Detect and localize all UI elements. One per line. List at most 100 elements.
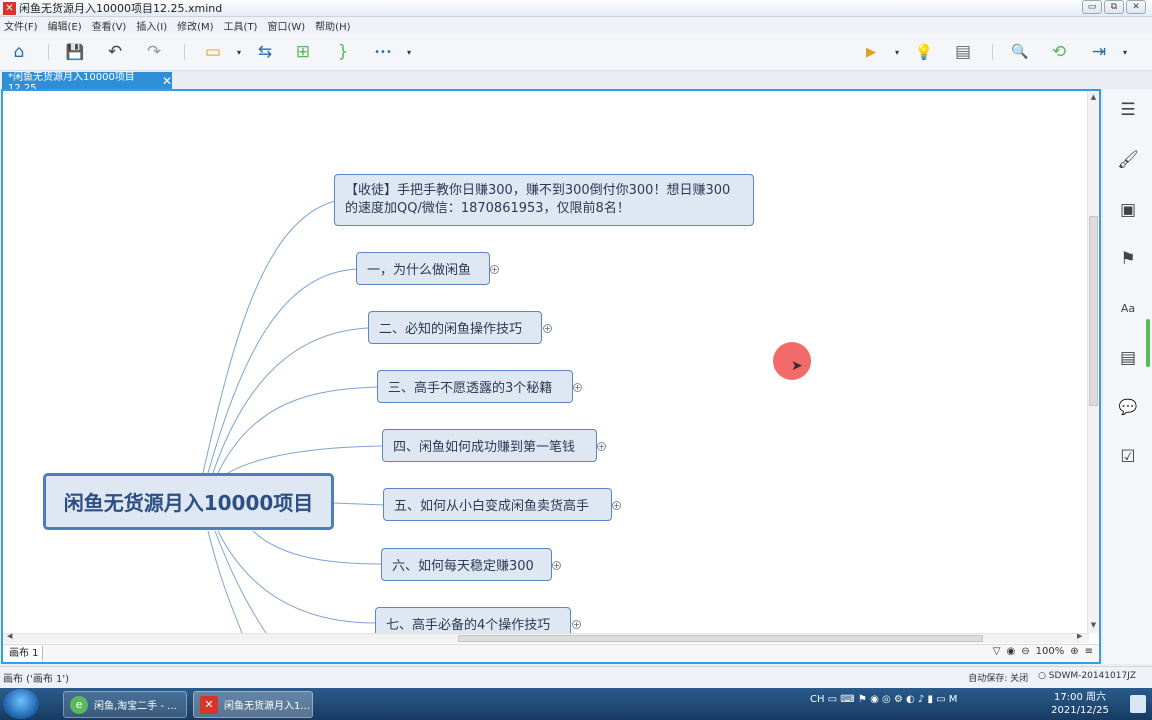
start-button[interactable] — [3, 689, 39, 719]
topic-node[interactable]: 三、高手不愿透露的3个秘籍 — [377, 370, 573, 403]
expand-icon[interactable]: + — [552, 561, 561, 570]
taskbar: e 闲鱼,淘宝二手 - ... ✕ 闲鱼无货源月入1... CH ▭ ⌨ ⚑ ◉… — [0, 688, 1152, 720]
mindmap-canvas[interactable]: 【收徒】手把手教你日赚300，赚不到300倒付你300！想日赚300的速度加QQ… — [3, 91, 1089, 633]
scroll-left-icon[interactable]: ◀ — [7, 632, 12, 640]
expand-icon[interactable]: + — [490, 265, 499, 274]
topic-icon[interactable]: ▭ — [202, 41, 224, 63]
zoom-controls: ▽ ◉ ⊖ 100% ⊕ ≡ — [993, 646, 1093, 657]
menu-insert[interactable]: 插入(I) — [136, 18, 167, 33]
expand-icon[interactable]: + — [612, 501, 621, 510]
task-icon[interactable]: ☑ — [1117, 446, 1139, 468]
menu-file[interactable]: 文件(F) — [4, 18, 38, 33]
window-title: 闲鱼无货源月入10000项目12.25.xmind — [19, 2, 223, 15]
clock-date: 2021/12/25 — [1051, 705, 1109, 716]
menu-help[interactable]: 帮助(H) — [315, 18, 350, 33]
branch-line — [332, 502, 385, 506]
relationship-icon[interactable]: ⇆ — [254, 41, 276, 63]
mouse-pointer-icon: ➤ — [791, 358, 803, 374]
marker-icon[interactable]: ⚑ — [1117, 248, 1139, 270]
title-bar: ✕ 闲鱼无货源月入10000项目12.25.xmind ▭ ⧉ ✕ — [0, 0, 1152, 17]
clock[interactable]: 17:00 周六 2021/12/25 — [1050, 691, 1110, 717]
outline-icon[interactable]: ☰ — [1117, 99, 1139, 121]
system-tray[interactable]: CH ▭ ⌨ ⚑ ◉ ◎ ⚙ ◐ ♪ ▮ ▭ M — [810, 694, 957, 705]
horizontal-scroll-thumb[interactable] — [458, 635, 983, 642]
branch-line — [217, 530, 377, 624]
eye-icon[interactable]: ◉ — [1007, 646, 1016, 657]
sheet-bar: 画布 1 ▽ ◉ ⊖ 100% ⊕ ≡ — [3, 644, 1099, 662]
toolbar: ⌂ 💾 ↶ ↷ ▭ ▾ ⇆ ⊞ } ••• ▾ ▶ ▾ 💡 ▤ 🔍 ⟲ ⇥ ▾ — [0, 33, 1152, 71]
boundary-icon[interactable]: } — [332, 41, 354, 63]
scroll-right-icon[interactable]: ▶ — [1077, 632, 1082, 640]
close-icon[interactable]: ✕ — [162, 74, 172, 88]
chevron-down-icon[interactable]: ▾ — [234, 41, 244, 63]
branch-line — [227, 445, 384, 474]
autosave-status[interactable]: 自动保存: 关闭 — [968, 671, 1028, 684]
menu-view[interactable]: 查看(V) — [92, 18, 127, 33]
outline-view-icon[interactable]: ▤ — [952, 41, 974, 63]
undo-icon[interactable]: ↶ — [104, 41, 126, 63]
sheet-tab[interactable]: 画布 1 — [6, 646, 43, 661]
zoom-in-icon[interactable]: ⊕ — [1070, 646, 1078, 657]
menu-icon[interactable]: ≡ — [1085, 646, 1093, 657]
minimize-button[interactable]: ▭ — [1082, 0, 1102, 14]
expand-icon[interactable]: + — [597, 442, 606, 451]
vertical-scroll-thumb[interactable] — [1089, 216, 1098, 406]
idea-icon[interactable]: 💡 — [913, 41, 935, 63]
save-icon[interactable]: 💾 — [64, 41, 86, 63]
structure-icon[interactable]: ⊞ — [292, 41, 314, 63]
scroll-down-icon[interactable]: ▼ — [1088, 621, 1099, 629]
search-icon[interactable]: 🔍 — [1009, 41, 1031, 63]
image-icon[interactable]: ▣ — [1117, 199, 1139, 221]
user-account[interactable]: ○ SDWM-20141017JZ — [1038, 671, 1136, 684]
sidebar-scroll-indicator[interactable] — [1146, 319, 1150, 367]
taskbar-item-xmind[interactable]: ✕ 闲鱼无货源月入1... — [193, 691, 313, 718]
branch-line — [202, 200, 336, 474]
zoom-level[interactable]: 100% — [1036, 646, 1065, 657]
expand-icon[interactable]: + — [573, 383, 582, 392]
topic-node[interactable]: 七、高手必备的4个操作技巧 — [375, 607, 571, 633]
editor-frame: 【收徒】手把手教你日赚300，赚不到300倒付你300！想日赚300的速度加QQ… — [1, 89, 1101, 664]
topic-node[interactable]: 二、必知的闲鱼操作技巧 — [368, 311, 542, 344]
chevron-down-icon[interactable]: ▾ — [404, 41, 414, 63]
format-icon[interactable]: 🖌 — [1117, 149, 1139, 171]
horizontal-scrollbar[interactable]: ◀ ▶ — [3, 632, 1089, 643]
notification-icon[interactable] — [1130, 695, 1146, 713]
chevron-down-icon[interactable]: ▾ — [1120, 41, 1130, 63]
maximize-button[interactable]: ⧉ — [1104, 0, 1124, 14]
expand-icon[interactable]: + — [572, 620, 581, 629]
menu-bar: 文件(F) 编辑(E) 查看(V) 插入(I) 修改(M) 工具(T) 窗口(W… — [0, 17, 1152, 33]
topic-node[interactable]: 一，为什么做闲鱼 — [356, 252, 490, 285]
vertical-scrollbar[interactable]: ▲ ▼ — [1087, 91, 1099, 633]
taskbar-item-browser[interactable]: e 闲鱼,淘宝二手 - ... — [63, 691, 187, 718]
share-icon[interactable]: ⟲ — [1048, 41, 1070, 63]
right-sidebar: ☰ 🖌 ▣ ⚑ Aa ▤ 💬 ☑ — [1103, 89, 1152, 664]
home-icon[interactable]: ⌂ — [8, 41, 30, 63]
comments-icon[interactable]: 💬 — [1117, 396, 1139, 418]
taskbar-item-label: 闲鱼无货源月入1... — [224, 701, 310, 712]
zoom-out-icon[interactable]: ⊖ — [1021, 646, 1029, 657]
presentation-icon[interactable]: ▶ — [860, 41, 882, 63]
central-topic[interactable]: 闲鱼无货源月入10000项目 — [43, 473, 334, 530]
redo-icon[interactable]: ↷ — [143, 41, 165, 63]
filter-icon[interactable]: ▽ — [993, 646, 1001, 657]
topic-node[interactable]: 六、如何每天稳定赚300 — [381, 548, 552, 581]
more-icon[interactable]: ••• — [372, 41, 394, 63]
close-button[interactable]: ✕ — [1126, 0, 1146, 14]
label-icon[interactable]: Aa — [1117, 298, 1139, 320]
topic-node[interactable]: 【收徒】手把手教你日赚300，赚不到300倒付你300！想日赚300的速度加QQ… — [334, 174, 754, 226]
menu-modify[interactable]: 修改(M) — [177, 18, 213, 33]
export-icon[interactable]: ⇥ — [1088, 41, 1110, 63]
notes-icon[interactable]: ▤ — [1117, 347, 1139, 369]
menu-window[interactable]: 窗口(W) — [267, 18, 305, 33]
topic-node[interactable]: 四、闲鱼如何成功赚到第一笔钱 — [382, 429, 597, 462]
branch-line — [217, 386, 379, 474]
menu-edit[interactable]: 编辑(E) — [48, 18, 82, 33]
menu-tools[interactable]: 工具(T) — [224, 18, 258, 33]
expand-icon[interactable]: + — [543, 324, 552, 333]
chevron-down-icon[interactable]: ▾ — [892, 41, 902, 63]
toolbar-divider — [184, 44, 185, 60]
tab-xmind-file[interactable]: *闲鱼无货源月入10000项目12.25 ✕ — [2, 72, 172, 94]
toolbar-divider — [992, 44, 993, 60]
topic-node[interactable]: 五、如何从小白变成闲鱼卖货高手 — [383, 488, 612, 521]
scroll-up-icon[interactable]: ▲ — [1088, 93, 1099, 101]
